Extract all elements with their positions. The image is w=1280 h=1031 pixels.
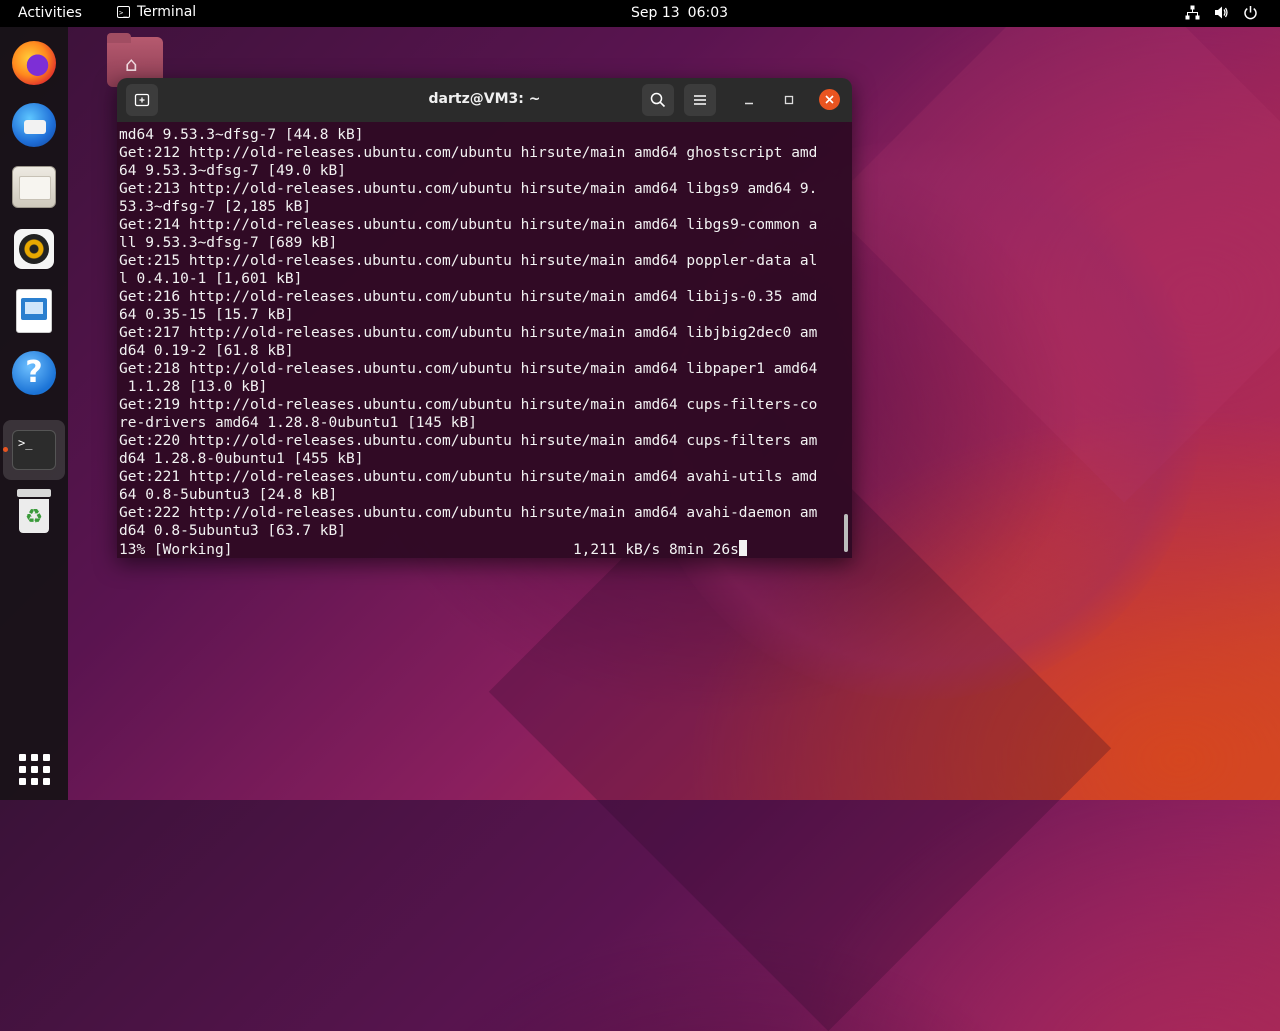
trash-launcher[interactable] xyxy=(10,487,58,535)
terminal-line: d64 0.8-5ubuntu3 [63.7 kB] xyxy=(119,523,346,539)
window-titlebar[interactable]: dartz@VM3: ~ xyxy=(117,78,852,122)
files-icon xyxy=(12,166,56,208)
terminal-line: Get:216 http://old-releases.ubuntu.com/u… xyxy=(119,289,818,305)
terminal-line: d64 0.19-2 [61.8 kB] xyxy=(119,343,294,359)
help-icon: ? xyxy=(12,351,56,395)
files-launcher[interactable] xyxy=(10,163,58,211)
hamburger-icon xyxy=(694,95,706,105)
terminal-line: Get:215 http://old-releases.ubuntu.com/u… xyxy=(119,253,818,269)
minimize-button[interactable] xyxy=(739,90,759,110)
maximize-button[interactable] xyxy=(779,90,799,110)
network-icon xyxy=(1185,5,1200,20)
terminal-line: 64 0.8-5ubuntu3 [24.8 kB] xyxy=(119,487,338,503)
firefox-launcher[interactable] xyxy=(10,39,58,87)
terminal-launcher[interactable]: >_ xyxy=(10,426,58,474)
terminal-line: Get:217 http://old-releases.ubuntu.com/u… xyxy=(119,325,818,341)
libreoffice-writer-launcher[interactable] xyxy=(10,287,58,335)
top-bar: Activities >_ Terminal Sep 13 06:03 xyxy=(0,0,1280,27)
terminal-line: re-drivers amd64 1.28.8-0ubuntu1 [145 kB… xyxy=(119,415,477,431)
terminal-line: Get:213 http://old-releases.ubuntu.com/u… xyxy=(119,181,818,197)
terminal-line: Get:221 http://old-releases.ubuntu.com/u… xyxy=(119,469,818,485)
minimize-icon xyxy=(745,102,753,105)
terminal-line: Get:222 http://old-releases.ubuntu.com/u… xyxy=(119,505,818,521)
libreoffice-writer-icon xyxy=(16,289,52,333)
search-icon xyxy=(650,92,666,108)
terminal-status-line: 13% [Working] 1,211 kB/s 8min 26s xyxy=(119,542,739,558)
terminal-line: Get:219 http://old-releases.ubuntu.com/u… xyxy=(119,397,818,413)
activities-button[interactable]: Activities xyxy=(18,5,82,21)
terminal-text: md64 9.53.3~dfsg-7 [44.8 kB] Get:212 htt… xyxy=(119,126,817,558)
terminal-line: Get:220 http://old-releases.ubuntu.com/u… xyxy=(119,433,818,449)
help-launcher[interactable]: ? xyxy=(10,349,58,397)
dock: ? >_ xyxy=(0,27,68,800)
terminal-line: ll 9.53.3~dfsg-7 [689 kB] xyxy=(119,235,338,251)
show-applications-button[interactable] xyxy=(10,745,58,793)
terminal-output[interactable]: md64 9.53.3~dfsg-7 [44.8 kB] Get:212 htt… xyxy=(117,122,852,558)
clock-time: 06:03 xyxy=(687,5,729,21)
close-icon xyxy=(825,95,834,104)
terminal-icon: >_ xyxy=(117,6,130,18)
clock-date: Sep 13 xyxy=(631,5,680,21)
terminal-line: Get:214 http://old-releases.ubuntu.com/u… xyxy=(119,217,818,233)
thunderbird-launcher[interactable] xyxy=(10,101,58,149)
power-icon xyxy=(1243,5,1258,20)
clock[interactable]: Sep 13 06:03 xyxy=(631,5,728,21)
terminal-cursor xyxy=(738,540,747,556)
app-menu[interactable]: >_ Terminal xyxy=(117,4,196,20)
terminal-icon: >_ xyxy=(12,430,56,470)
terminal-line: 53.3~dfsg-7 [2,185 kB] xyxy=(119,199,312,215)
app-menu-label: Terminal xyxy=(137,4,197,20)
rhythmbox-launcher[interactable] xyxy=(10,225,58,273)
terminal-line: 64 0.35-15 [15.7 kB] xyxy=(119,307,294,323)
terminal-line: 64 9.53.3~dfsg-7 [49.0 kB] xyxy=(119,163,346,179)
search-button[interactable] xyxy=(642,84,674,116)
home-icon: ⌂ xyxy=(125,52,138,76)
terminal-window: dartz@VM3: ~ md64 9.53.3~dfsg-7 [44.8 kB… xyxy=(117,78,852,558)
running-indicator xyxy=(3,447,8,452)
terminal-line: l 0.4.10-1 [1,601 kB] xyxy=(119,271,303,287)
terminal-line: 1.1.28 [13.0 kB] xyxy=(119,379,268,395)
terminal-line: Get:218 http://old-releases.ubuntu.com/u… xyxy=(119,361,818,377)
scrollbar[interactable] xyxy=(844,514,848,552)
terminal-line: d64 1.28.8-0ubuntu1 [455 kB] xyxy=(119,451,364,467)
volume-icon xyxy=(1214,5,1229,20)
show-applications-icon xyxy=(18,753,50,785)
trash-icon xyxy=(17,489,51,533)
thunderbird-icon xyxy=(12,103,56,147)
rhythmbox-icon xyxy=(14,229,54,269)
firefox-icon xyxy=(12,41,56,85)
menu-button[interactable] xyxy=(684,84,716,116)
system-menu[interactable] xyxy=(1185,5,1258,20)
terminal-line: md64 9.53.3~dfsg-7 [44.8 kB] xyxy=(119,127,364,143)
maximize-icon xyxy=(784,95,794,105)
close-button[interactable] xyxy=(819,89,840,110)
terminal-line: Get:212 http://old-releases.ubuntu.com/u… xyxy=(119,145,818,161)
